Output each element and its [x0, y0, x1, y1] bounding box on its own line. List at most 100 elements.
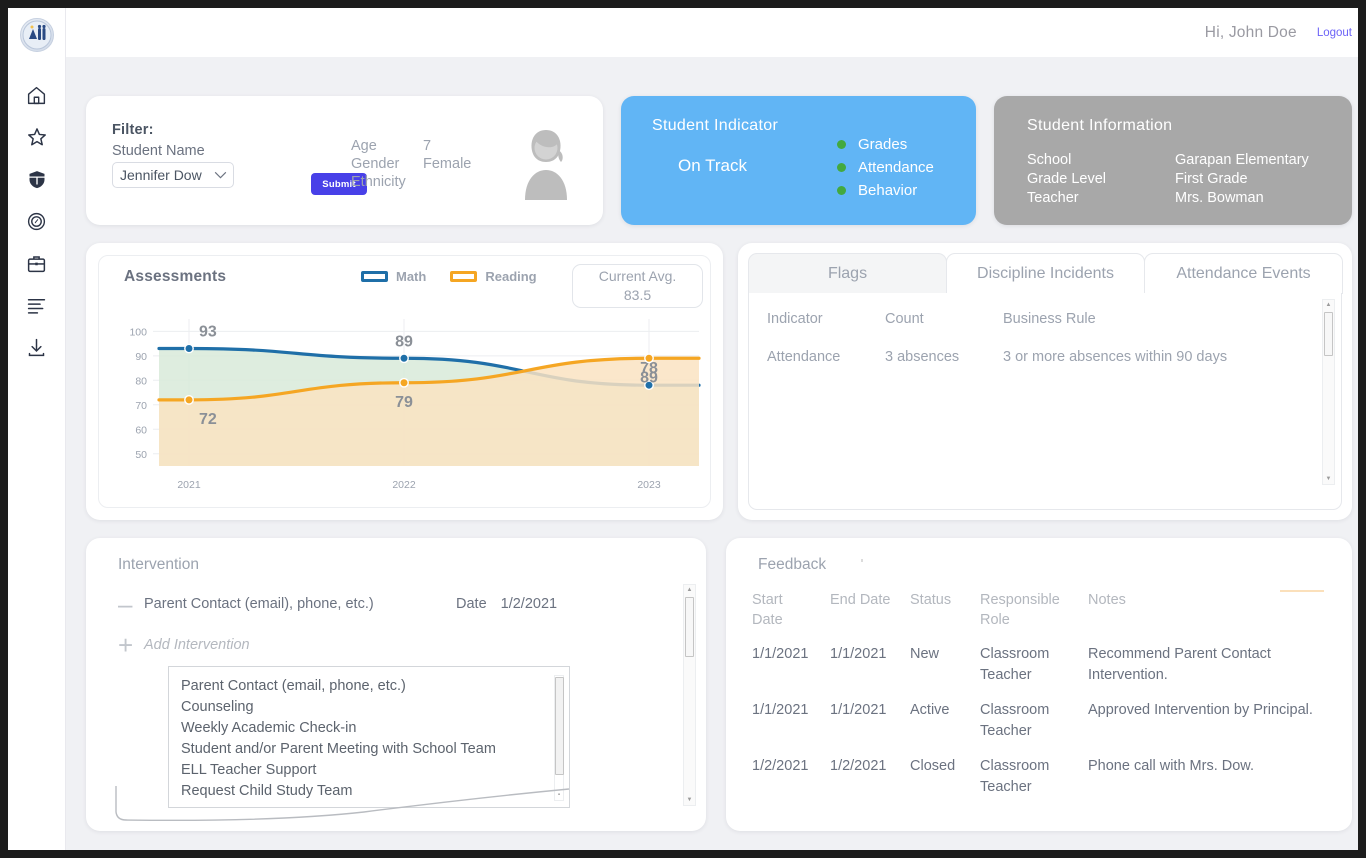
scroll-up-icon[interactable]: ▲ [1326, 300, 1332, 310]
intervention-options-list: Parent Contact (email, phone, etc.) Coun… [169, 667, 569, 802]
compass-icon [26, 211, 47, 232]
svg-text:93: 93 [199, 323, 217, 340]
list-icon [26, 296, 47, 314]
feedback-start-date: 1/2/2021 [752, 756, 830, 798]
legend-key-icon [361, 271, 388, 282]
sidebar-item-explore[interactable] [17, 200, 57, 242]
feedback-end-date: 1/1/2021 [830, 644, 910, 686]
legend-item-math[interactable]: Math [361, 269, 426, 284]
status-badge: Active [910, 700, 980, 742]
svg-text:70: 70 [135, 400, 147, 412]
flags-panel: Indicator Count Business Rule Attendance… [748, 293, 1342, 510]
tab-discipline-incidents[interactable]: Discipline Incidents [946, 253, 1145, 294]
sidebar-item-security[interactable] [17, 158, 57, 200]
list-item[interactable]: ELL Teacher Support [181, 760, 569, 781]
chart-legend: Math Reading [361, 269, 537, 284]
feedback-notes: Phone call with Mrs. Dow. [1088, 756, 1340, 798]
indicator-item-behavior: Behavior [837, 182, 934, 199]
grade-level-value: First Grade [1175, 171, 1309, 187]
feedback-header-status: Status [910, 590, 980, 630]
ethnicity-label: Ethnicity [351, 174, 423, 190]
scrollbar-thumb[interactable] [1324, 312, 1333, 356]
svg-text:2023: 2023 [637, 479, 661, 491]
status-dot-icon [837, 140, 846, 149]
sidebar-item-briefcase[interactable] [17, 242, 57, 284]
svg-text:80: 80 [135, 375, 147, 387]
sidebar-item-reports[interactable] [17, 284, 57, 326]
flags-header-indicator: Indicator [767, 311, 885, 327]
feedback-role: Classroom Teacher [980, 756, 1088, 798]
svg-text:100: 100 [129, 326, 147, 338]
scrollbar-thumb[interactable] [685, 597, 694, 657]
sidebar-item-home[interactable] [17, 74, 57, 116]
indicator-item-attendance: Attendance [837, 159, 934, 176]
feedback-notes: Approved Intervention by Principal. [1088, 700, 1340, 742]
feedback-card: Feedback StartDate End Date Status Respo… [726, 538, 1352, 831]
student-information-card: Student Information School Garapan Eleme… [994, 96, 1352, 225]
feedback-start-date: 1/1/2021 [752, 700, 830, 742]
briefcase-icon [26, 253, 47, 274]
scroll-up-icon[interactable]: ▲ [687, 585, 693, 595]
legend-label-math: Math [396, 269, 426, 284]
scroll-down-icon[interactable]: ▼ [687, 795, 693, 805]
age-value: 7 [423, 138, 471, 154]
list-item[interactable]: Student and/or Parent Meeting with Schoo… [181, 739, 569, 760]
add-intervention-icon[interactable]: + [118, 636, 144, 654]
remove-intervention-icon[interactable]: – [118, 597, 144, 611]
svg-text:89: 89 [640, 369, 658, 386]
feedback-start-date: 1/1/2021 [752, 644, 830, 686]
ethnicity-value [423, 174, 471, 190]
student-name-select[interactable]: Jennifer Dow [112, 162, 234, 188]
intervention-scrollbar[interactable]: ▲ ▼ [683, 584, 696, 806]
feedback-end-date: 1/1/2021 [830, 700, 910, 742]
student-indicator-title: Student Indicator [621, 96, 976, 135]
scroll-down-icon[interactable]: ▼ [1326, 474, 1332, 484]
feedback-header-responsible-role: ResponsibleRole [980, 590, 1088, 630]
svg-text:89: 89 [395, 333, 413, 350]
legend-key-icon [450, 271, 477, 282]
add-intervention-row[interactable]: + Add Intervention [118, 636, 250, 654]
app-logo[interactable] [20, 18, 54, 52]
avatar [511, 128, 581, 200]
home-icon [26, 85, 47, 106]
sidebar [8, 8, 66, 850]
intervention-options-listbox[interactable]: Parent Contact (email, phone, etc.) Coun… [168, 666, 570, 808]
assessments-card: Assessments Math Reading Current Avg. 83… [86, 243, 723, 520]
scrollbar-thumb[interactable] [555, 677, 564, 775]
tab-flags[interactable]: Flags [748, 253, 947, 294]
scroll-down-icon[interactable]: ▪ [558, 790, 560, 800]
demographics-grid: Age 7 Gender Female Ethnicity [351, 138, 471, 190]
svg-text:79: 79 [395, 394, 413, 411]
logout-link[interactable]: Logout [1317, 27, 1352, 39]
feedback-header-end-date: End Date [830, 590, 910, 630]
flag-indicator: Attendance [767, 349, 885, 365]
indicator-label-behavior: Behavior [858, 182, 917, 199]
list-item[interactable]: Parent Contact (email, phone, etc.) [181, 676, 569, 697]
svg-text:2022: 2022 [392, 479, 416, 491]
feedback-table: StartDate End Date Status ResponsibleRol… [752, 590, 1340, 798]
assessments-title: Assessments [124, 268, 226, 286]
app-frame: Hi, John Doe Logout Filter: Student Name… [8, 8, 1358, 850]
list-item[interactable]: Weekly Academic Check-in [181, 718, 569, 739]
list-item[interactable]: Counseling [181, 697, 569, 718]
feedback-header-start-date: StartDate [752, 590, 830, 630]
star-icon [26, 126, 48, 148]
table-row: 1/1/2021 1/1/2021 Active Classroom Teach… [752, 700, 1340, 742]
grade-level-label: Grade Level [1027, 171, 1175, 187]
flags-tabs-card: Flags Discipline Incidents Attendance Ev… [738, 243, 1352, 520]
indicator-list: Grades Attendance Behavior [837, 136, 934, 205]
intervention-name: Parent Contact (email), phone, etc.) [144, 596, 456, 612]
intervention-date-label: Date [456, 596, 487, 612]
table-row: 1/2/2021 1/2/2021 Closed Classroom Teach… [752, 756, 1340, 798]
sidebar-item-download[interactable] [17, 326, 57, 368]
feedback-role: Classroom Teacher [980, 644, 1088, 686]
flags-scrollbar[interactable]: ▲ ▼ [1322, 299, 1335, 485]
tab-attendance-events[interactable]: Attendance Events [1144, 253, 1343, 294]
chevron-down-icon [214, 171, 227, 179]
svg-text:50: 50 [135, 449, 147, 461]
list-item[interactable]: Request Child Study Team [181, 781, 569, 802]
listbox-scrollbar[interactable]: ▪ [554, 675, 564, 801]
flags-header-business-rule: Business Rule [1003, 311, 1333, 327]
legend-item-reading[interactable]: Reading [450, 269, 536, 284]
sidebar-item-favorites[interactable] [17, 116, 57, 158]
